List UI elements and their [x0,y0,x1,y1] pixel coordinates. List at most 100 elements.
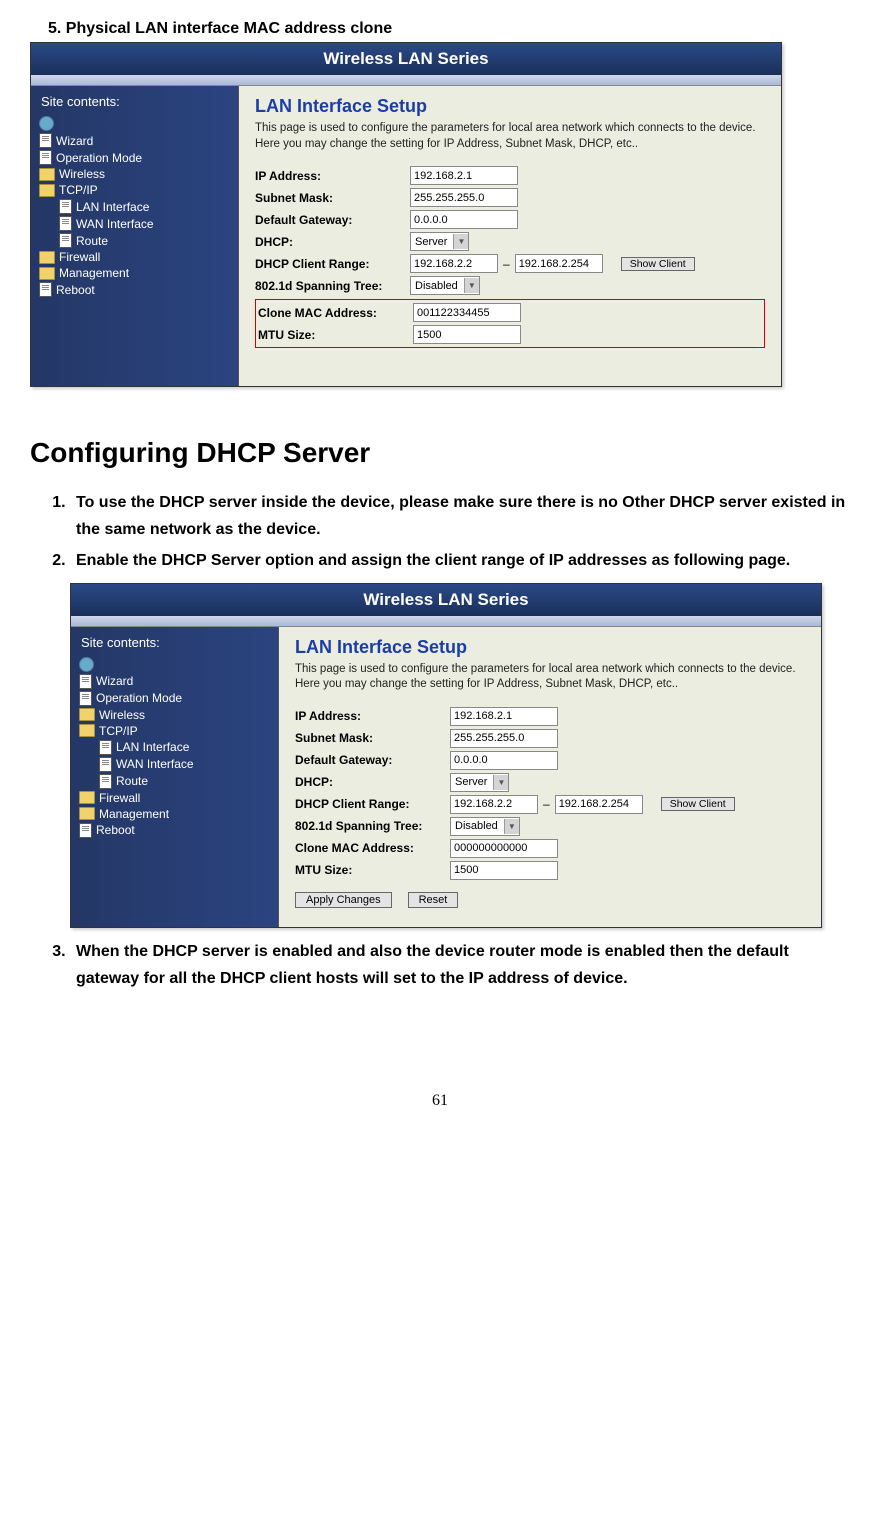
shot-title: Wireless LAN Series [71,584,821,616]
clone-mac-input[interactable] [413,303,521,322]
tree-item-globe[interactable] [77,656,272,673]
globe-icon [39,116,54,131]
gateway-input[interactable] [410,210,518,229]
doc-icon [59,233,72,248]
select-value: Server [455,776,487,788]
folder-open-icon [79,724,95,737]
label-subnet: Subnet Mask: [295,731,450,745]
spanning-select[interactable]: Disabled▼ [410,276,480,295]
label-gateway: Default Gateway: [295,753,450,767]
tree-item-opmode[interactable]: Operation Mode [77,690,272,707]
show-client-button[interactable]: Show Client [661,797,735,811]
tree-label: Wizard [96,674,133,688]
step-2: Enable the DHCP Server option and assign… [70,547,850,574]
tree-label: Route [76,234,108,248]
label-mtu: MTU Size: [258,328,413,342]
panel-description: This page is used to configure the param… [255,121,765,152]
tree-item-wireless[interactable]: Wireless [37,166,232,182]
tree-label: Management [99,807,169,821]
subnet-input[interactable] [410,188,518,207]
tree-item-tcpip[interactable]: TCP/IP [77,723,272,739]
tree-item-management[interactable]: Management [37,265,232,281]
range-start-input[interactable] [410,254,498,273]
tree-label: Firewall [59,250,100,264]
label-clone: Clone MAC Address: [258,306,413,320]
tree-item-wizard[interactable]: Wizard [77,673,272,690]
tree-item-management[interactable]: Management [77,806,272,822]
main-panel: LAN Interface Setup This page is used to… [239,86,781,386]
label-spanning: 802.1d Spanning Tree: [255,279,410,293]
dhcp-select[interactable]: Server▼ [450,773,509,792]
ip-input[interactable] [410,166,518,185]
folder-icon [79,708,95,721]
tree-label: LAN Interface [116,740,189,754]
tree-label: WAN Interface [116,757,194,771]
tree-label: Management [59,266,129,280]
doc-icon [39,150,52,165]
apply-button[interactable]: Apply Changes [295,892,392,908]
label-range: DHCP Client Range: [295,797,450,811]
sidebar-title: Site contents: [77,635,272,650]
tree-item-wizard[interactable]: Wizard [37,132,232,149]
tree-item-wizard[interactable] [37,115,232,132]
tree-item-reboot[interactable]: Reboot [77,822,272,839]
spanning-select[interactable]: Disabled ▼ [450,817,520,836]
tree-item-waninterface[interactable]: WAN Interface [99,756,272,773]
doc-icon [59,199,72,214]
ip-input[interactable] [450,707,558,726]
chevron-down-icon: ▼ [464,278,479,293]
label-ip: IP Address: [295,709,450,723]
mtu-input[interactable] [413,325,521,344]
label-dhcp: DHCP: [295,775,450,789]
doc-icon [79,823,92,838]
panel-description: This page is used to configure the param… [295,662,805,693]
select-value: Disabled [455,820,498,832]
tree-label: Wizard [56,134,93,148]
step-3: When the DHCP server is enabled and also… [70,938,850,992]
tree-item-wireless[interactable]: Wireless [77,707,272,723]
subnet-input[interactable] [450,729,558,748]
tree-label: WAN Interface [76,217,154,231]
page-number: 61 [30,1092,850,1110]
folder-icon [39,251,55,264]
tree-item-firewall[interactable]: Firewall [37,249,232,265]
gateway-input[interactable] [450,751,558,770]
tree-item-laninterface[interactable]: LAN Interface [59,198,232,215]
tree-item-firewall[interactable]: Firewall [77,790,272,806]
label-clone: Clone MAC Address: [295,841,450,855]
reset-button[interactable]: Reset [408,892,459,908]
sidebar: Site contents: Wizard Operation Mode Wir… [71,627,279,927]
chevron-down-icon: ▼ [504,819,519,834]
tree-item-tcpip[interactable]: TCP/IP [37,182,232,198]
tree-item-opmode[interactable]: Operation Mode [37,149,232,166]
doc-icon [79,691,92,706]
dash: – [503,257,510,271]
section-heading: Configuring DHCP Server [30,437,850,469]
doc-icon [39,282,52,297]
show-client-button[interactable]: Show Client [621,257,695,271]
range-end-input[interactable] [515,254,603,273]
tree-label: Operation Mode [96,691,182,705]
mtu-input[interactable] [450,861,558,880]
tree-item-route[interactable]: Route [59,232,232,249]
tree-item-waninterface[interactable]: WAN Interface [59,215,232,232]
dash: – [543,797,550,811]
clone-mac-input[interactable] [450,839,558,858]
tree-item-reboot[interactable]: Reboot [37,281,232,298]
steps-list: To use the DHCP server inside the device… [30,489,850,575]
doc-icon [99,740,112,755]
label-dhcp: DHCP: [255,235,410,249]
label-subnet: Subnet Mask: [255,191,410,205]
folder-icon [39,168,55,181]
tree-item-route[interactable]: Route [99,773,272,790]
select-value: Server [415,236,447,248]
dhcp-select[interactable]: Server▼ [410,232,469,251]
tree-label: TCP/IP [59,183,98,197]
doc-icon [59,216,72,231]
folder-icon [79,791,95,804]
tree-label: Reboot [56,283,95,297]
range-end-input[interactable] [555,795,643,814]
sidebar-title: Site contents: [37,94,232,109]
range-start-input[interactable] [450,795,538,814]
tree-item-laninterface[interactable]: LAN Interface [99,739,272,756]
